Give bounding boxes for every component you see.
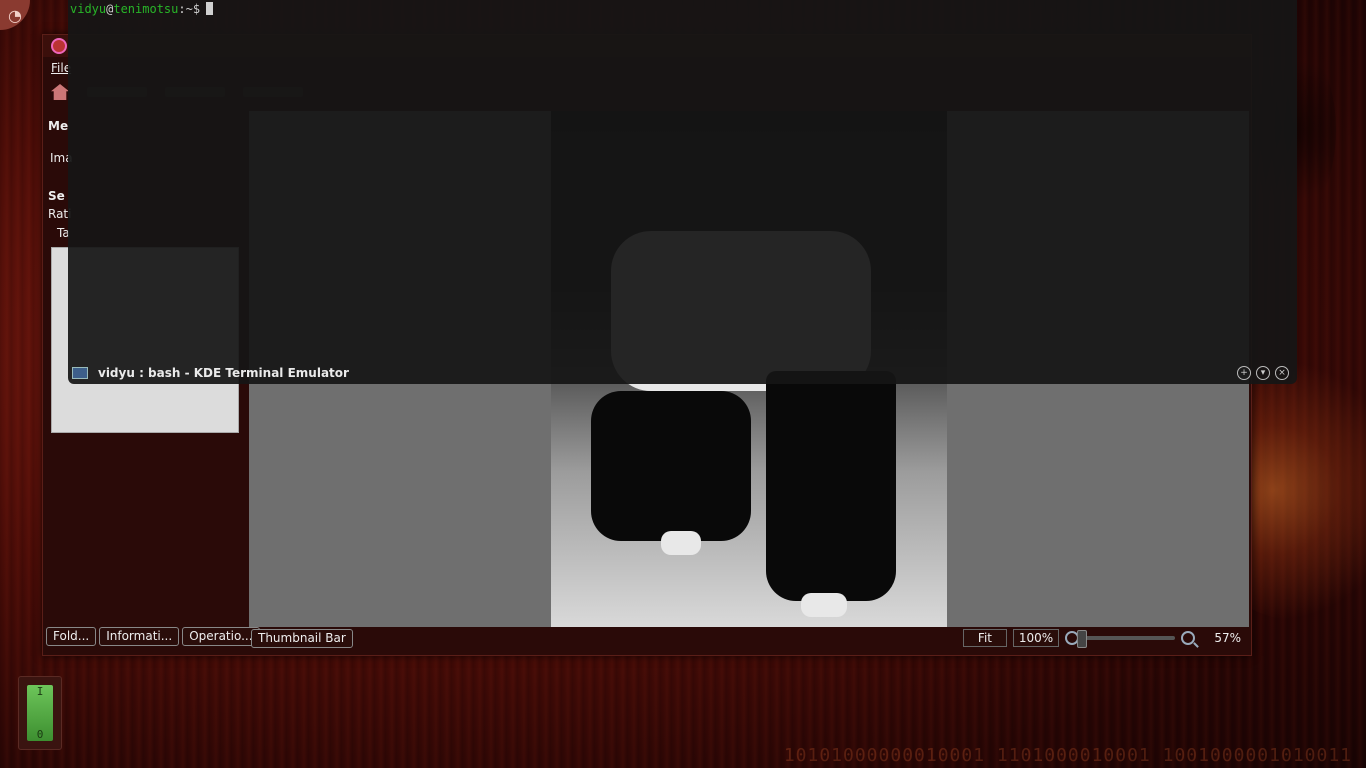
photo-figure-dark: [591, 391, 751, 541]
terminal-title[interactable]: vidyu : bash - KDE Terminal Emulator: [98, 366, 349, 380]
terminal-icon: [72, 367, 88, 379]
text-cursor: [206, 2, 214, 15]
zoom-controls: Fit 100% 57%: [962, 629, 1241, 648]
switch-lever[interactable]: I 0: [27, 685, 53, 741]
tab-information[interactable]: Informati...: [99, 627, 180, 646]
zoom-slider[interactable]: [1077, 630, 1175, 648]
prompt-user: vidyu: [70, 2, 107, 16]
tab-folders[interactable]: Fold...: [46, 627, 97, 646]
power-switch-widget[interactable]: I 0: [18, 676, 62, 750]
menu-chevron-down-icon[interactable]: ▾: [1256, 366, 1270, 380]
photo-foot: [661, 531, 701, 555]
terminal-controls: + ▾ ×: [1237, 366, 1289, 380]
viewer-app-icon: [51, 38, 67, 54]
switch-on-label: I: [36, 685, 44, 698]
zoom-100-button[interactable]: 100%: [1013, 629, 1059, 647]
close-icon[interactable]: ×: [1275, 366, 1289, 380]
new-session-icon[interactable]: +: [1237, 366, 1251, 380]
sidebar-heading-meta: Me: [48, 119, 69, 133]
prompt-path: :~$: [178, 2, 201, 16]
photo-hakama: [766, 371, 896, 601]
photo-foot: [801, 593, 847, 617]
zoom-fit-button[interactable]: Fit: [962, 629, 1007, 647]
home-icon[interactable]: [51, 84, 69, 100]
tab-operations[interactable]: Operatio...: [182, 627, 260, 646]
prompt-host: tenimotsu: [113, 2, 179, 16]
terminal-window[interactable]: vidyu@tenimotsu:~$ vidyu : bash - KDE Te…: [68, 0, 1297, 384]
thumbnail-bar-button[interactable]: Thumbnail Bar: [251, 628, 353, 648]
zoom-level-readout: 57%: [1214, 631, 1241, 645]
terminal-tabbar: vidyu : bash - KDE Terminal Emulator + ▾…: [68, 362, 1297, 384]
switch-off-label: 0: [36, 728, 44, 741]
wallpaper-binary-text: 10101000000010001 1101000010001 10010000…: [783, 745, 1352, 766]
sidebar-heading-semantic: Se: [48, 189, 65, 203]
sidebar-tabs: Fold... Informati... Operatio...: [46, 627, 260, 646]
status-bar: Thumbnail Bar Fit 100% 57%: [249, 627, 1249, 649]
zoom-slider-handle[interactable]: [1077, 630, 1087, 648]
zoom-in-icon[interactable]: [1181, 631, 1195, 645]
terminal-prompt: vidyu@tenimotsu:~$: [70, 2, 214, 16]
